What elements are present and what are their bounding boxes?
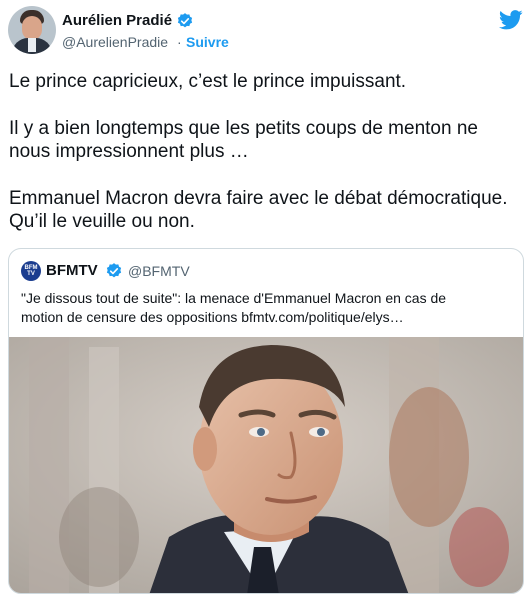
quoted-avatar[interactable]: BFM TV: [21, 261, 41, 281]
separator-dot: ·: [177, 34, 182, 50]
quoted-author-handle[interactable]: @BFMTV: [128, 263, 190, 279]
author-handle[interactable]: @AurelienPradie: [62, 34, 168, 50]
tweet-text: Le prince capricieux, c’est le prince im…: [9, 70, 524, 233]
tweet-line: Emmanuel Macron devra faire avec le déba…: [9, 188, 508, 209]
tweet-card: Aurélien Pradié @AurelienPradie · Suivre…: [0, 0, 532, 598]
author-name[interactable]: Aurélien Pradié: [62, 12, 172, 29]
quoted-text: "Je dissous tout de suite": la menace d'…: [21, 289, 515, 327]
quoted-avatar-logo: BFM TV: [24, 265, 38, 277]
verified-badge-icon: [106, 263, 122, 278]
tweet-line: Il y a bien longtemps que les petits cou…: [9, 118, 478, 139]
tweet-line: nous impressionnent plus …: [9, 141, 249, 162]
avatar-shirt: [28, 38, 36, 52]
author-avatar[interactable]: [8, 6, 56, 54]
quoted-text-line[interactable]: motion de censure des oppositions bfmtv.…: [21, 308, 515, 327]
tweet-line: Le prince capricieux, c’est le prince im…: [9, 71, 407, 92]
portrait-illustration: [9, 337, 523, 593]
avatar-face: [22, 16, 42, 40]
quoted-text-line: "Je dissous tout de suite": la menace d'…: [21, 290, 447, 306]
twitter-bird-icon[interactable]: [499, 10, 523, 30]
quoted-author-name[interactable]: BFMTV: [46, 262, 98, 279]
follow-button[interactable]: Suivre: [186, 34, 229, 50]
quoted-tweet-card[interactable]: BFM TV BFMTV @BFMTV "Je dissous tout de …: [8, 248, 524, 594]
portrait-photo[interactable]: [9, 337, 523, 593]
tweet-line: Qu’il le veuille ou non.: [9, 211, 195, 232]
verified-badge-icon: [177, 13, 193, 28]
